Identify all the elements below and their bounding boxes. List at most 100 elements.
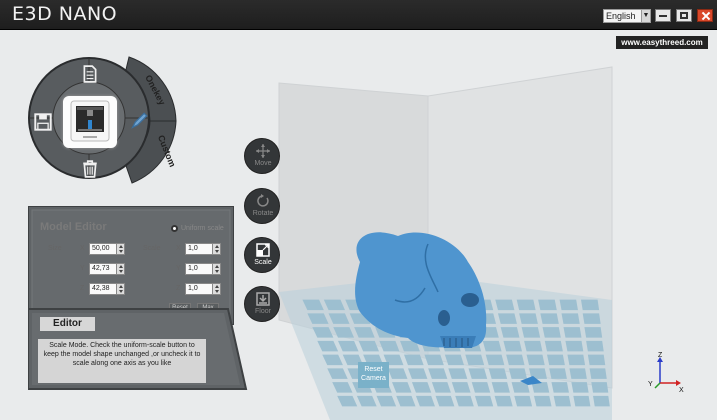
language-value: English <box>606 11 636 21</box>
scale-label: Scale <box>254 259 272 266</box>
bed-cell <box>491 382 510 393</box>
bed-cell <box>551 382 569 393</box>
printer-image[interactable] <box>63 96 117 148</box>
axis-x-label: X <box>679 387 684 394</box>
floor-icon <box>256 292 270 306</box>
bed-cell <box>471 382 491 393</box>
scale-x-label: X <box>176 245 181 252</box>
size-z-field[interactable]: 42,38 <box>89 283 119 295</box>
file-icon[interactable] <box>81 65 99 83</box>
bed-cell <box>542 327 561 338</box>
bed-cell <box>563 327 582 338</box>
scale-z-field[interactable]: 1,0 <box>185 283 215 295</box>
scale-y-label: Y <box>176 265 181 272</box>
bed-cell <box>465 354 485 366</box>
model-editor-title: Model Editor <box>40 221 107 233</box>
axis-z-label: Z <box>658 352 663 359</box>
save-icon[interactable] <box>34 113 52 131</box>
size-z-label: Z <box>80 285 85 292</box>
move-icon <box>256 144 270 158</box>
size-x-label: X <box>80 245 85 252</box>
size-x-field[interactable]: 50,00 <box>89 243 119 255</box>
bed-cell <box>495 299 515 311</box>
bed-cell <box>559 299 578 311</box>
bed-cell <box>500 327 520 338</box>
axis-gizmo: Z Y X <box>648 352 684 394</box>
scale-x-field[interactable]: 1,0 <box>185 243 215 255</box>
bed-cell <box>488 368 508 379</box>
language-select[interactable]: English ▼ <box>603 9 651 23</box>
bed-cell <box>544 340 563 352</box>
bed-cell <box>494 395 513 407</box>
rotate-button[interactable]: Rotate <box>244 188 280 224</box>
move-label: Move <box>254 160 272 167</box>
bed-cell <box>468 368 488 379</box>
bed-cell <box>573 395 591 407</box>
bed-cell <box>587 354 606 366</box>
floor-button[interactable]: Floor <box>244 286 280 322</box>
bed-cell <box>526 354 545 366</box>
bed-cell <box>474 395 494 407</box>
app-title: E3D NANO <box>12 3 118 25</box>
scale-z-label: Z <box>176 285 181 292</box>
bed-cell <box>584 327 603 338</box>
scale-y-stepper[interactable] <box>212 263 221 275</box>
bed-cell <box>521 327 541 338</box>
uniform-scale-label: Uniform scale <box>181 225 224 232</box>
bed-cell <box>519 313 538 324</box>
bed-cell <box>516 299 536 311</box>
size-label: Size <box>48 245 62 252</box>
bed-cell <box>524 340 543 352</box>
pen-icon[interactable] <box>130 112 148 130</box>
bed-cell <box>549 368 567 379</box>
title-bar: E3D NANO English ▼ <box>0 0 717 30</box>
scale-x-stepper[interactable] <box>212 243 221 255</box>
bed-cell <box>571 382 589 393</box>
close-icon[interactable] <box>697 9 713 22</box>
size-y-stepper[interactable] <box>116 263 125 275</box>
bed-cell <box>561 313 580 324</box>
scale-button[interactable]: Scale <box>244 237 280 273</box>
bed-cell <box>591 382 609 393</box>
size-x-stepper[interactable] <box>116 243 125 255</box>
maximize-icon[interactable] <box>676 9 692 22</box>
bed-cell <box>553 395 571 407</box>
bed-cell <box>485 354 505 366</box>
delete-icon[interactable] <box>81 160 99 178</box>
uniform-scale-radio[interactable] <box>171 225 178 232</box>
bed-cell <box>580 299 600 311</box>
bed-cell <box>506 354 525 366</box>
size-z-stepper[interactable] <box>116 283 125 295</box>
bed-cell <box>540 313 559 324</box>
scale-z-stepper[interactable] <box>212 283 221 295</box>
bed-cell <box>533 395 552 407</box>
bed-cell <box>497 313 517 324</box>
size-y-field[interactable]: 42,73 <box>89 263 119 275</box>
bed-cell <box>569 368 587 379</box>
bed-cell <box>503 340 522 352</box>
floor-label: Floor <box>255 308 271 315</box>
move-button[interactable]: Move <box>244 138 280 174</box>
bed-cell <box>508 368 528 379</box>
bed-cell <box>589 368 607 379</box>
reset-camera-button[interactable]: Reset Camera <box>358 362 389 388</box>
scale-icon <box>256 243 270 257</box>
bed-cell <box>567 354 586 366</box>
bed-cell <box>538 299 557 311</box>
bed-cell <box>514 395 533 407</box>
editor-panel: Editor Scale Mode. Check the uniform-sca… <box>28 307 248 391</box>
bed-cell <box>582 313 601 324</box>
rotate-label: Rotate <box>252 210 274 217</box>
size-y-label: Y <box>80 265 85 272</box>
editor-help-text: Scale Mode. Check the uniform-scale butt… <box>38 339 206 383</box>
bed-cell <box>586 340 604 352</box>
scale-y-field[interactable]: 1,0 <box>185 263 215 275</box>
minimize-icon[interactable] <box>655 9 671 22</box>
editor-tab: Editor <box>40 317 95 331</box>
scale-label: Scale <box>143 245 161 252</box>
bed-cell <box>547 354 565 366</box>
axis-y-label: Y <box>648 381 653 388</box>
bed-cell <box>593 395 610 407</box>
bed-cell <box>565 340 584 352</box>
chevron-down-icon[interactable]: ▼ <box>641 10 650 22</box>
